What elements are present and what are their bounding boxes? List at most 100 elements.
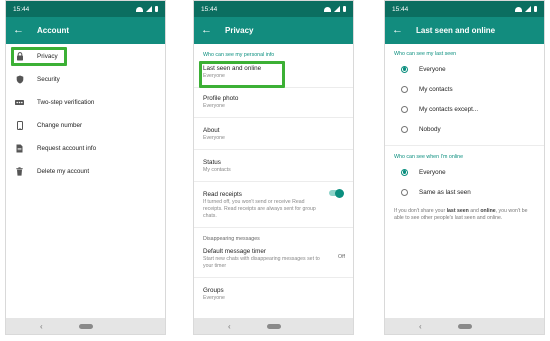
menu-item-label: Request account info: [37, 145, 97, 152]
radio-option-contacts-except[interactable]: My contacts except...: [385, 99, 544, 119]
nav-back-icon[interactable]: ‹: [419, 322, 422, 331]
setting-label: Groups: [203, 287, 224, 295]
last-seen-screen: 15:44 ← Last seen and online Who can see…: [384, 0, 545, 335]
radio-icon[interactable]: [401, 85, 408, 93]
last-seen-options: Who can see my last seen Everyone My con…: [385, 44, 544, 229]
status-bar: 15:44: [194, 1, 353, 17]
radio-option-my-contacts[interactable]: My contacts: [385, 79, 544, 99]
signal-icon: [333, 6, 340, 12]
privacy-screen: 15:44 ← Privacy Who can see my personal …: [193, 0, 354, 335]
page-title: Last seen and online: [416, 26, 496, 35]
trash-icon: [15, 167, 24, 176]
highlight-box: [11, 47, 67, 66]
status-bar: 15:44: [6, 1, 165, 17]
phone-icon: [15, 121, 24, 130]
menu-item-label: Change number: [37, 122, 83, 129]
read-receipts-toggle[interactable]: [329, 188, 344, 198]
radio-option-same-as-last-seen[interactable]: Same as last seen: [385, 182, 544, 202]
menu-item-request-info[interactable]: Request account info: [6, 137, 165, 160]
navigation-bar: ‹: [385, 318, 544, 334]
setting-label: Default message timer: [203, 248, 266, 256]
setting-label: Profile photo: [203, 95, 239, 103]
dots-icon: [15, 98, 24, 107]
page-title: Account: [37, 26, 69, 35]
section-header: Disappearing messages: [203, 236, 260, 243]
radio-selected-icon[interactable]: [401, 168, 408, 176]
section-header: Who can see my personal info: [203, 52, 275, 58]
nav-home-icon[interactable]: [266, 323, 281, 329]
section-header: Who can see my last seen: [394, 51, 457, 57]
setting-groups[interactable]: Groups Everyone: [194, 281, 353, 306]
setting-value: Everyone: [203, 295, 225, 302]
radio-label: Everyone: [419, 168, 446, 176]
back-arrow-icon[interactable]: ←: [13, 25, 31, 36]
app-bar: ← Account: [6, 17, 165, 44]
divider: [194, 277, 353, 279]
account-menu: Privacy Security Two-step verification C…: [6, 44, 165, 183]
setting-description: If turned off, you won't send or receive…: [203, 199, 316, 220]
back-arrow-icon[interactable]: ←: [201, 25, 219, 36]
menu-item-security[interactable]: Security: [6, 68, 165, 91]
radio-label: My contacts: [419, 85, 453, 93]
setting-read-receipts[interactable]: Read receipts If turned off, you won't s…: [194, 185, 353, 224]
setting-value: My contacts: [203, 167, 231, 174]
battery-icon: [154, 5, 158, 13]
menu-item-two-step[interactable]: Two-step verification: [6, 91, 165, 114]
setting-description: Start new chats with disappearing messag…: [203, 256, 320, 270]
status-bar: 15:44: [385, 1, 544, 17]
back-arrow-icon[interactable]: ←: [392, 25, 410, 36]
nav-back-icon[interactable]: ‹: [228, 322, 231, 331]
nav-home-icon[interactable]: [78, 323, 93, 329]
battery-icon: [533, 5, 537, 13]
radio-option-online-everyone[interactable]: Everyone: [385, 162, 544, 182]
radio-icon[interactable]: [401, 125, 408, 133]
privacy-settings: Who can see my personal info Last seen a…: [194, 44, 353, 306]
menu-item-change-number[interactable]: Change number: [6, 114, 165, 137]
radio-label: Nobody: [419, 125, 441, 133]
setting-label: Status: [203, 159, 221, 167]
page-title: Privacy: [225, 26, 254, 35]
radio-option-everyone[interactable]: Everyone: [385, 59, 544, 79]
status-time: 15:44: [392, 5, 409, 13]
menu-item-delete-account[interactable]: Delete my account: [6, 160, 165, 183]
wifi-icon: [514, 6, 522, 12]
radio-label: Everyone: [419, 65, 446, 73]
document-icon: [15, 144, 24, 153]
nav-home-icon[interactable]: [457, 323, 472, 329]
section-header: Who can see when I'm online: [394, 154, 464, 160]
account-screen: 15:44 ← Account Privacy Security Two-ste…: [5, 0, 166, 335]
navigation-bar: ‹: [194, 318, 353, 334]
signal-icon: [524, 6, 531, 12]
radio-icon[interactable]: [401, 105, 408, 113]
timer-value: Off: [338, 254, 345, 261]
status-time: 15:44: [201, 5, 218, 13]
app-bar: ← Last seen and online: [385, 17, 544, 44]
radio-label: Same as last seen: [419, 188, 471, 196]
battery-icon: [342, 5, 346, 13]
menu-item-label: Delete my account: [37, 168, 90, 175]
menu-item-label: Security: [37, 76, 60, 83]
setting-status[interactable]: Status My contacts: [194, 153, 353, 178]
radio-selected-icon[interactable]: [401, 65, 408, 73]
info-note: If you don't share your last seen and on…: [394, 208, 528, 222]
wifi-icon: [323, 6, 331, 12]
nav-back-icon[interactable]: ‹: [40, 322, 43, 331]
wifi-icon: [135, 6, 143, 12]
setting-value: Everyone: [203, 103, 225, 110]
setting-value: Everyone: [203, 135, 225, 142]
setting-profile-photo[interactable]: Profile photo Everyone: [194, 91, 353, 114]
divider: [194, 149, 353, 151]
setting-label: Read receipts: [203, 191, 242, 199]
radio-option-nobody[interactable]: Nobody: [385, 119, 544, 139]
divider: [194, 227, 353, 229]
status-time: 15:44: [13, 5, 30, 13]
setting-default-timer[interactable]: Default message timer Start new chats wi…: [194, 245, 353, 274]
radio-icon[interactable]: [401, 188, 408, 196]
setting-about[interactable]: About Everyone: [194, 121, 353, 146]
navigation-bar: ‹: [6, 318, 165, 334]
highlight-box: [199, 61, 285, 88]
signal-icon: [145, 6, 152, 12]
app-bar: ← Privacy: [194, 17, 353, 44]
divider: [194, 117, 353, 119]
divider: [385, 145, 544, 146]
